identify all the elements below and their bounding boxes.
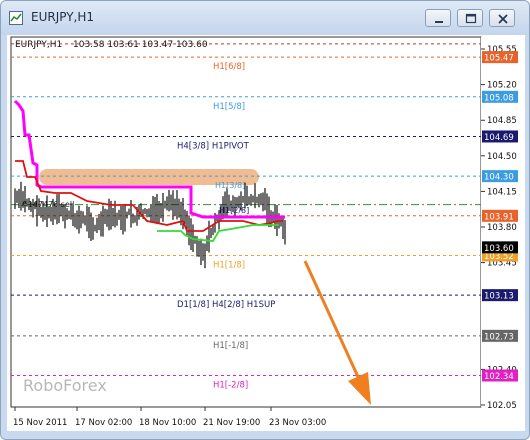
time-tick-label: 15 Nov 2011 xyxy=(13,418,67,428)
current-price-label: 103.60 xyxy=(484,244,514,254)
price-tag-label: 103.91 xyxy=(484,212,514,222)
restore-button[interactable] xyxy=(457,9,483,27)
level-label: H4[3/8] H1PIVOT xyxy=(177,141,250,151)
window-title: EURJPY,H1 xyxy=(31,10,95,24)
price-tick-label: 103.80 xyxy=(487,223,517,233)
price-tag-label: 104.30 xyxy=(484,173,514,183)
ohlc-label: 103.58 103.61 103.47 103.60 xyxy=(73,40,208,50)
restore-icon xyxy=(465,13,477,24)
minimize-button[interactable] xyxy=(425,9,451,27)
time-tick-label: 23 Nov 03:00 xyxy=(269,418,326,428)
level-label: D1[1/8] H4[2/8] H1SUP xyxy=(177,300,275,310)
price-tag-label: 104.69 xyxy=(484,133,514,143)
time-tick-label: 21 Nov 19:00 xyxy=(203,418,260,428)
zone-level-label: H1[3/8] xyxy=(215,181,245,190)
close-icon xyxy=(498,14,508,24)
broker-watermark: RoboForex xyxy=(23,376,107,395)
time-axis-ticks: 15 Nov 2011 17 Nov 02:00 18 Nov 10:00 21 No… xyxy=(13,407,326,428)
chart-app-icon xyxy=(9,11,23,25)
level-label: H1[1/8] xyxy=(213,260,245,270)
chart-area[interactable]: EURJPY,H1 103.58 103.61 103.47 103.60 H1… xyxy=(7,35,525,431)
price-level-tags: 105.47105.08104.69104.30103.91103.52103.… xyxy=(482,51,518,382)
sell-order-label: #147476 sell xyxy=(21,200,74,209)
chart-window: EURJPY,H1 EURJPY,H1 103.58 103.61 103.47… xyxy=(0,0,530,440)
price-tag-label: 105.47 xyxy=(484,54,514,64)
level-label: H1[6/8] xyxy=(213,62,245,72)
minimize-icon xyxy=(435,21,443,23)
level-label: H1[-2/8] xyxy=(213,381,248,391)
symbol-label: EURJPY,H1 xyxy=(15,40,62,50)
price-tag-label: 103.13 xyxy=(484,292,514,302)
close-button[interactable] xyxy=(489,9,515,27)
price-tag-label: 102.73 xyxy=(484,332,514,342)
price-tick-label: 105.20 xyxy=(487,81,517,91)
time-tick-label: 18 Nov 10:00 xyxy=(139,418,196,428)
level-label: H1[5/8] xyxy=(213,102,245,112)
price-tick-label: 102.05 xyxy=(487,401,517,411)
title-bar[interactable]: EURJPY,H1 xyxy=(1,1,529,35)
price-tick-label: 104.50 xyxy=(487,152,517,162)
overlap-level-label: H1[2/8] xyxy=(219,206,249,215)
time-tick-label: 17 Nov 02:00 xyxy=(75,418,132,428)
level-label: H1[-1/8] xyxy=(213,341,248,351)
price-tick-label: 104.15 xyxy=(487,187,517,197)
price-tick-label: 104.85 xyxy=(487,116,517,126)
price-tag-label: 102.34 xyxy=(484,372,514,382)
price-tag-label: 105.08 xyxy=(484,93,514,103)
